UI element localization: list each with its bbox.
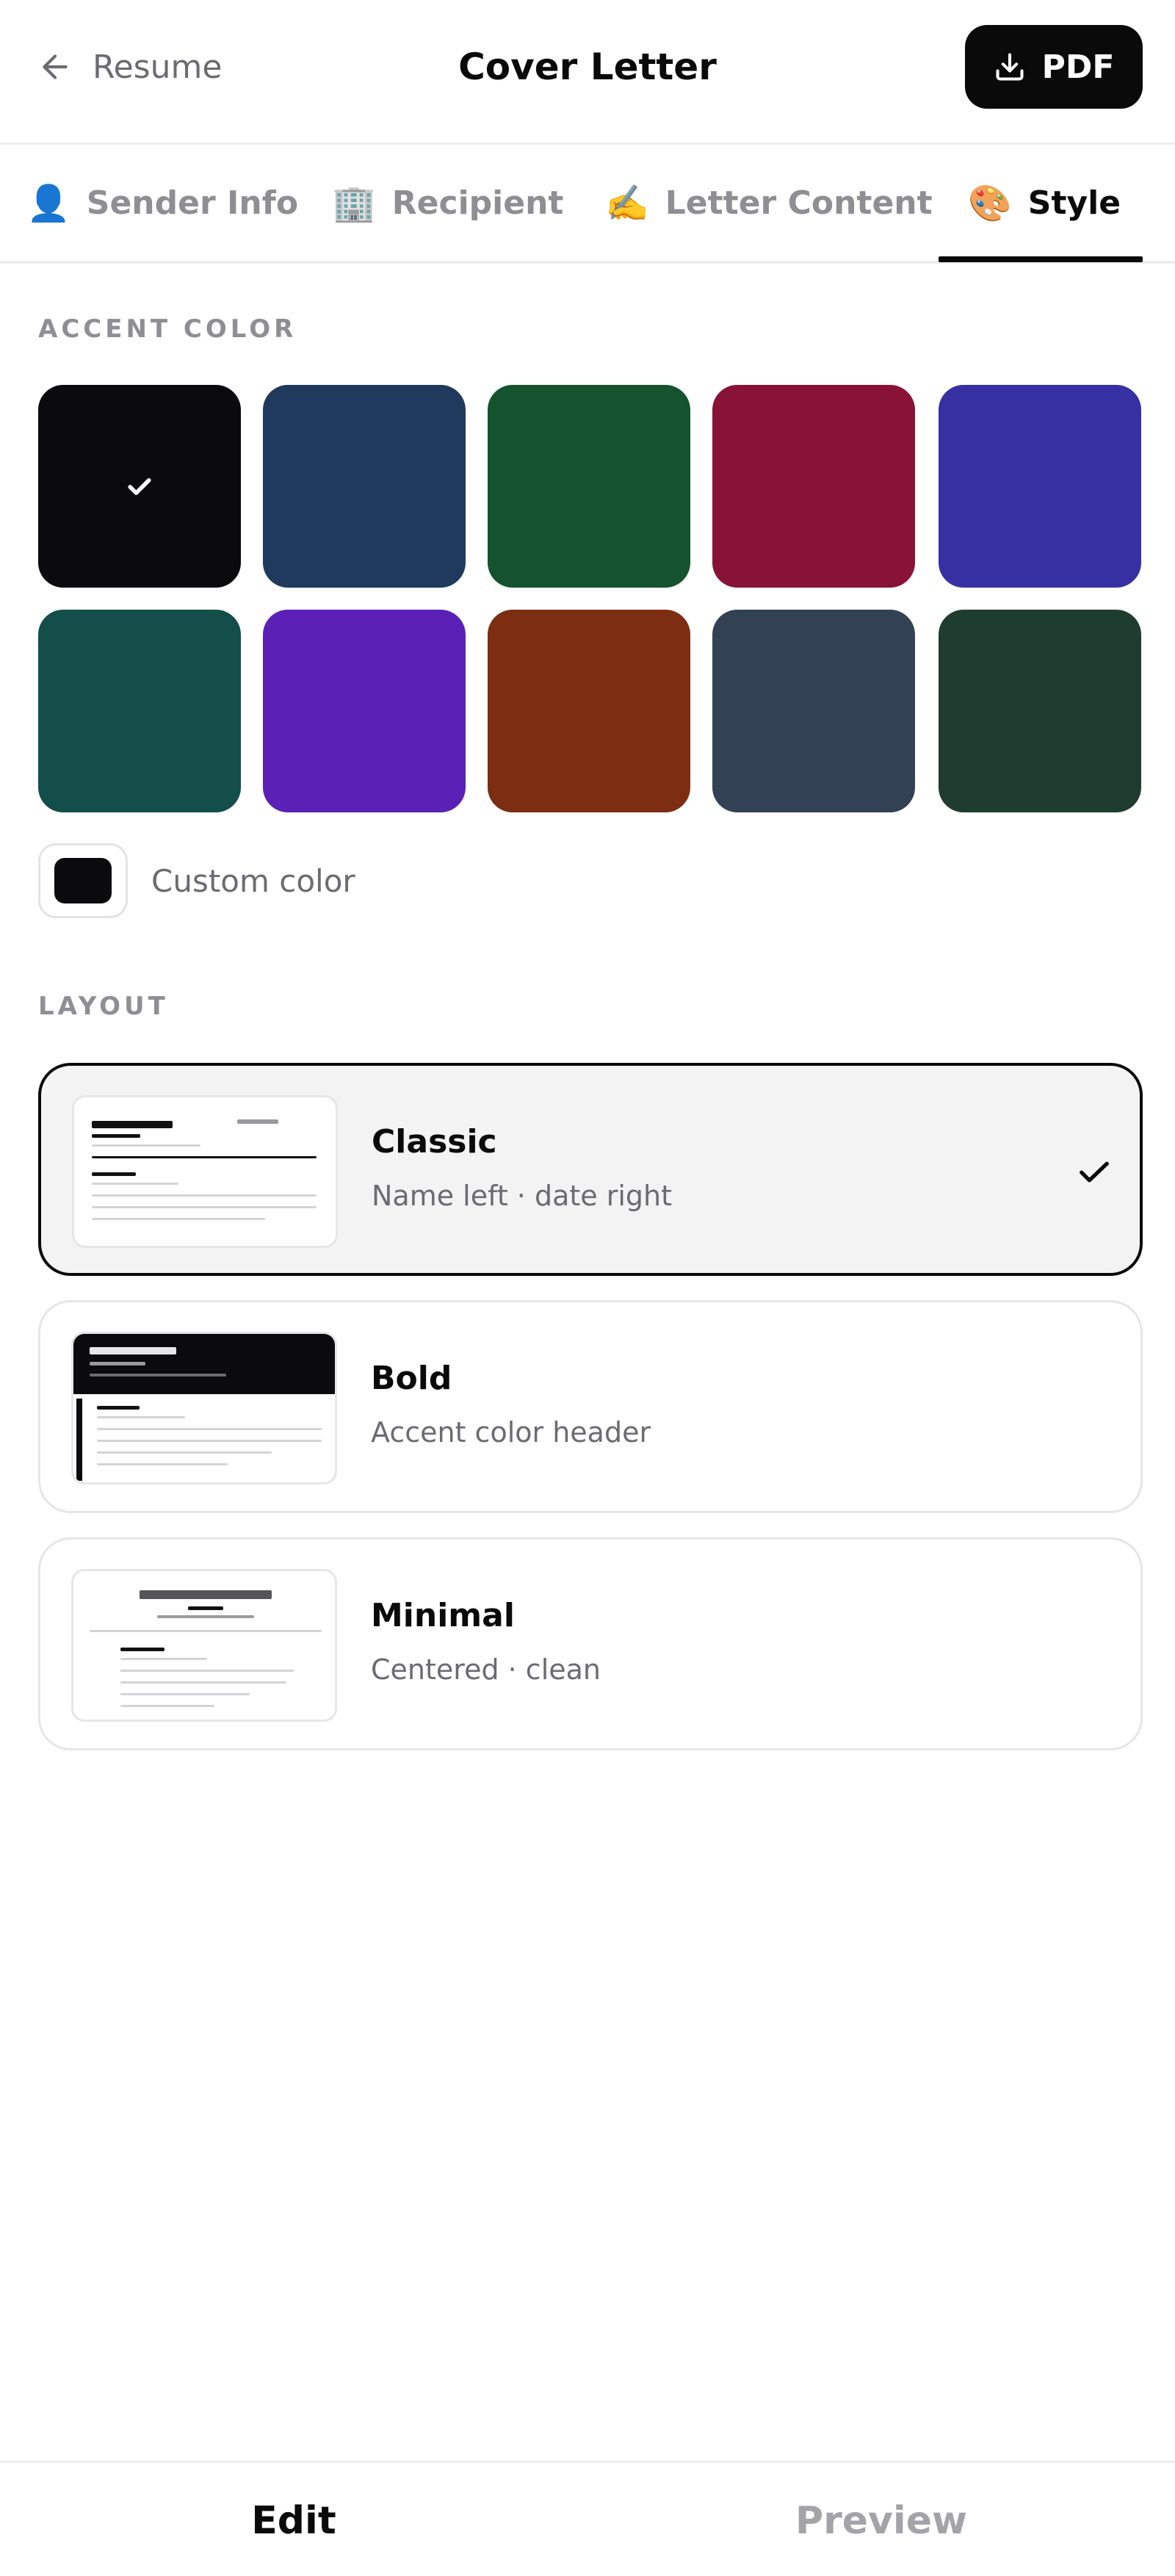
- person-icon: 👤: [26, 182, 70, 224]
- app-header: Resume Cover Letter PDF: [0, 0, 1175, 145]
- layout-option-classic[interactable]: Classic Name left · date right: [38, 1063, 1143, 1276]
- color-swatch[interactable]: [38, 610, 241, 812]
- layout-name: Bold: [371, 1360, 452, 1397]
- tab-label: Recipient: [391, 184, 564, 222]
- layout-name: Minimal: [371, 1597, 515, 1634]
- custom-color-fill: [54, 858, 112, 903]
- nav-edit[interactable]: Edit: [0, 2463, 588, 2576]
- active-tab-indicator: [939, 256, 1143, 262]
- download-icon: [996, 53, 1024, 81]
- check-icon: [1080, 1161, 1109, 1183]
- color-swatch[interactable]: [712, 610, 915, 812]
- tab-style[interactable]: 🎨 Style: [968, 145, 1121, 261]
- layout-option-bold[interactable]: Bold Accent color header: [38, 1300, 1143, 1513]
- bold-layout-thumbnail: [71, 1332, 337, 1484]
- layout-description: Centered · clean: [371, 1653, 601, 1686]
- tab-label: Style: [1027, 184, 1121, 222]
- color-swatch[interactable]: [712, 385, 915, 588]
- layout-description: Accent color header: [371, 1416, 651, 1448]
- color-swatch[interactable]: [488, 385, 690, 588]
- layout-option-minimal[interactable]: Minimal Centered · clean: [38, 1537, 1143, 1750]
- nav-preview[interactable]: Preview: [588, 2463, 1175, 2576]
- custom-color-picker[interactable]: Custom color: [38, 843, 355, 918]
- custom-color-preview[interactable]: [38, 843, 128, 918]
- classic-layout-thumbnail: [72, 1095, 338, 1248]
- color-swatch[interactable]: [38, 385, 241, 588]
- tab-bar: 👤 Sender Info 🏢 Recipient ✍️ Letter Cont…: [0, 145, 1175, 264]
- tab-sender-info[interactable]: 👤 Sender Info: [26, 145, 298, 261]
- color-swatch[interactable]: [939, 385, 1141, 588]
- layout-heading: LAYOUT: [38, 992, 169, 1021]
- bottom-nav: Edit Preview: [0, 2461, 1175, 2576]
- download-pdf-button[interactable]: PDF: [965, 25, 1143, 109]
- palette-icon: 🎨: [968, 182, 1012, 224]
- color-swatch[interactable]: [263, 610, 466, 812]
- check-icon: [128, 478, 151, 495]
- tab-letter-content[interactable]: ✍️ Letter Content: [605, 145, 933, 261]
- layout-name: Classic: [372, 1123, 497, 1161]
- minimal-layout-thumbnail: [71, 1569, 337, 1722]
- layout-description: Name left · date right: [372, 1180, 673, 1212]
- color-swatch[interactable]: [488, 610, 690, 812]
- custom-color-label: Custom color: [151, 862, 355, 899]
- color-swatch[interactable]: [263, 385, 466, 588]
- accent-color-heading: ACCENT COLOR: [38, 314, 297, 344]
- office-building-icon: 🏢: [332, 182, 376, 224]
- pdf-button-label: PDF: [1041, 48, 1115, 86]
- tab-label: Letter Content: [665, 184, 933, 222]
- tab-label: Sender Info: [86, 184, 299, 222]
- color-swatch[interactable]: [939, 610, 1141, 812]
- tab-recipient[interactable]: 🏢 Recipient: [332, 145, 563, 261]
- writing-hand-icon: ✍️: [605, 182, 649, 224]
